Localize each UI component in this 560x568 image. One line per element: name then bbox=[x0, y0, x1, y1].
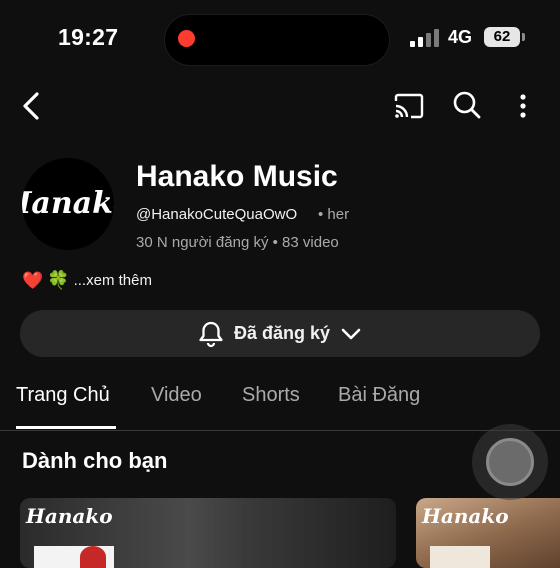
channel-tabs: Trang Chủ Video Shorts Bài Đăng bbox=[0, 384, 560, 431]
tab-shorts[interactable]: Shorts bbox=[242, 384, 300, 407]
channel-handle: @HanakoCuteQuaOwO bbox=[136, 206, 298, 223]
chevron-down-icon bbox=[341, 328, 361, 339]
recording-indicator-icon bbox=[178, 30, 195, 47]
active-tab-indicator bbox=[16, 426, 116, 429]
see-more-link[interactable]: ...xem thêm bbox=[74, 272, 152, 289]
video-card[interactable]: Hanako bbox=[20, 498, 396, 568]
channel-logo: Hanako bbox=[22, 186, 114, 221]
tab-posts[interactable]: Bài Đăng bbox=[338, 384, 420, 407]
channel-description[interactable]: ❤️ 🍀 ...xem thêm bbox=[22, 270, 152, 291]
section-title: Dành cho bạn bbox=[22, 448, 168, 473]
clover-emoji-icon: 🍀 bbox=[47, 270, 70, 290]
video-card[interactable]: Hanako bbox=[416, 498, 560, 568]
tab-video[interactable]: Video bbox=[151, 384, 202, 407]
subscribed-button[interactable]: Đã đăng ký bbox=[20, 310, 540, 357]
cellular-signal-icon bbox=[410, 29, 440, 47]
back-arrow-icon[interactable] bbox=[16, 90, 46, 122]
channel-name: Hanako Music bbox=[136, 160, 338, 193]
heart-emoji-icon: ❤️ bbox=[22, 270, 44, 290]
channel-stats: 30 N người đăng ký • 83 video bbox=[136, 234, 339, 251]
cast-icon[interactable] bbox=[392, 90, 426, 122]
battery-tip bbox=[522, 33, 525, 41]
status-time: 19:27 bbox=[58, 24, 119, 50]
card-thumbnail-detail bbox=[430, 546, 490, 568]
card-thumbnail-detail bbox=[80, 546, 106, 568]
card-logo: Hanako bbox=[26, 504, 113, 528]
tab-home[interactable]: Trang Chủ bbox=[16, 384, 110, 407]
dynamic-island bbox=[164, 14, 390, 66]
channel-pronoun: • her bbox=[318, 206, 350, 223]
search-icon[interactable] bbox=[450, 88, 484, 122]
bell-icon bbox=[199, 321, 223, 347]
channel-avatar[interactable]: Hanako bbox=[22, 158, 114, 250]
card-logo: Hanako bbox=[422, 504, 509, 528]
more-vertical-icon[interactable] bbox=[512, 90, 534, 122]
assistive-touch-icon bbox=[486, 438, 534, 486]
network-type: 4G bbox=[448, 27, 473, 47]
battery-icon: 62 bbox=[484, 27, 520, 47]
subscribed-label: Đã đăng ký bbox=[233, 323, 331, 343]
